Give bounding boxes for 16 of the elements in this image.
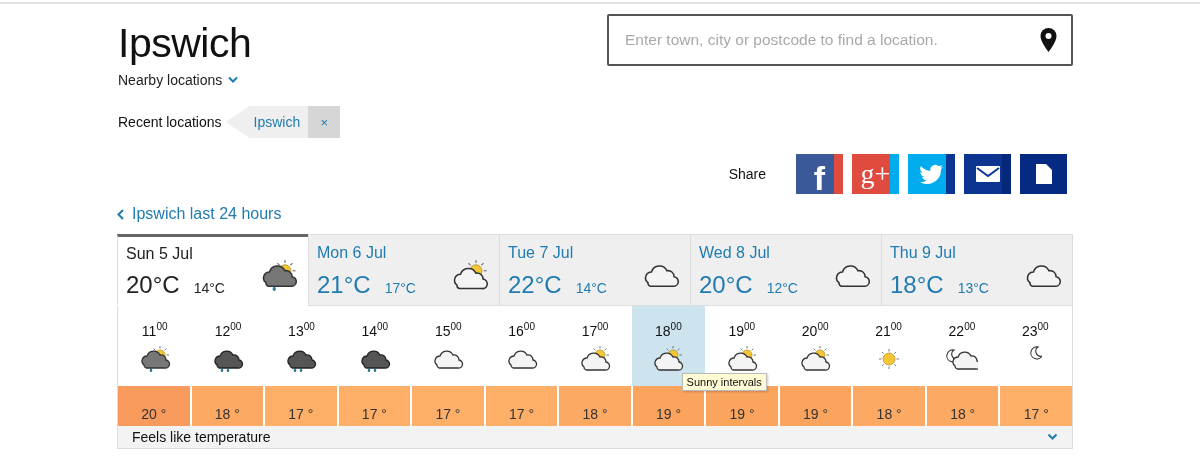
temperature-cell: 19 ° [632, 385, 705, 426]
temperature-cell: 17 ° [1000, 385, 1072, 426]
temperature-cell: 18 ° [191, 385, 264, 426]
location-title: Ipswich [118, 20, 252, 66]
temperature-cell: 19 ° [779, 385, 852, 426]
temperature-cell: 18 ° [853, 385, 925, 426]
temperature-cell: 17 ° [265, 385, 337, 426]
recent-locations-label: Recent locations [118, 114, 222, 130]
temperature-cell: 17 ° [485, 385, 558, 426]
temperature-cell: 17 ° [412, 385, 484, 426]
feels-like-label: Feels like temperature [132, 428, 271, 445]
temperature-cell: 18 ° [926, 385, 999, 426]
temperature-cell: 17 ° [338, 385, 411, 426]
share-label: Share [728, 166, 766, 182]
temperature-cell: 18 ° [559, 385, 631, 426]
temperature-cell: 20 ° [118, 385, 190, 426]
